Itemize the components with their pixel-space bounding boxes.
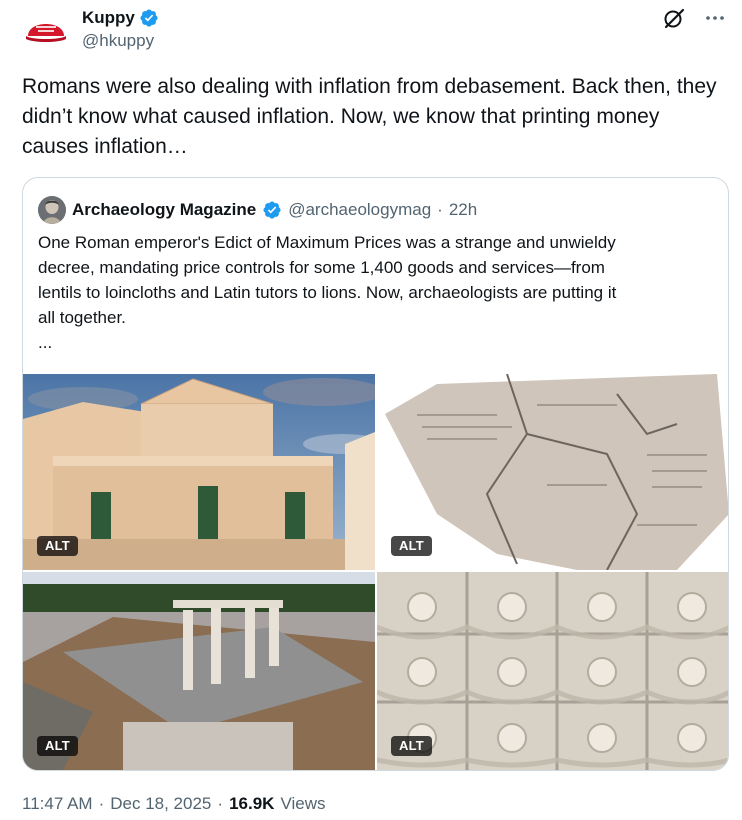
media-image-roman-building[interactable]: ALT (23, 374, 375, 570)
quoted-text-line: all together. (38, 308, 126, 327)
tweet-meta: 11:47 AM · Dec 18, 2025 · 16.9K Views (22, 794, 325, 814)
more-dots-icon[interactable] (704, 7, 726, 29)
quoted-text-ellipsis: ... (38, 333, 53, 352)
quoted-text-line: One Roman emperor's Edict of Maximum Pri… (38, 233, 616, 252)
alt-badge[interactable]: ALT (37, 536, 78, 556)
tweet-time[interactable]: 11:47 AM (22, 794, 93, 814)
statue-avatar-icon (38, 196, 66, 224)
quoted-text-line: lentils to loincloths and Latin tutors t… (38, 283, 617, 302)
quoted-tweet-header: Archaeology Magazine @archaeologymag · 2… (38, 196, 477, 224)
quoted-tweet-text: One Roman emperor's Edict of Maximum Pri… (38, 230, 718, 355)
header-actions (662, 6, 726, 30)
quoted-author-name[interactable]: Archaeology Magazine (72, 200, 256, 220)
media-grid: ALT ALT ALT ALT (23, 374, 728, 770)
quoted-text-line: decree, mandating price controls for som… (38, 258, 605, 277)
author-display-name-row[interactable]: Kuppy (82, 8, 159, 28)
separator-dot: · (217, 794, 224, 813)
separator-dot: · (98, 794, 105, 813)
author-name-block: Kuppy @hkuppy (82, 8, 159, 51)
quoted-author-handle[interactable]: @archaeologymag (288, 200, 431, 220)
quoted-verified-badge-icon (262, 200, 282, 220)
author-handle[interactable]: @hkuppy (82, 31, 159, 51)
separator-dot: · (437, 200, 443, 219)
media-image-inscribed-stone[interactable]: ALT (377, 374, 728, 570)
author-avatar[interactable] (22, 6, 70, 54)
views-count[interactable]: 16.9K (229, 794, 274, 814)
media-image-relief-carvings[interactable]: ALT (377, 572, 728, 770)
tweet-date[interactable]: Dec 18, 2025 (110, 794, 211, 814)
quoted-tweet-card[interactable]: Archaeology Magazine @archaeologymag · 2… (22, 177, 729, 771)
tweet-text: Romans were also dealing with inflation … (22, 75, 717, 158)
media-image-ruins[interactable]: ALT (23, 572, 375, 770)
alt-badge[interactable]: ALT (37, 736, 78, 756)
quoted-timestamp[interactable]: 22h (449, 200, 477, 220)
author-display-name[interactable]: Kuppy (82, 8, 135, 28)
verified-badge-icon (139, 8, 159, 28)
grok-slash-icon[interactable] (662, 6, 686, 30)
views-label: Views (280, 794, 326, 813)
tweet-header: Kuppy @hkuppy (22, 6, 726, 58)
alt-badge[interactable]: ALT (391, 536, 432, 556)
red-cap-avatar-icon (22, 6, 70, 54)
quoted-author-avatar[interactable] (38, 196, 66, 224)
alt-badge[interactable]: ALT (391, 736, 432, 756)
